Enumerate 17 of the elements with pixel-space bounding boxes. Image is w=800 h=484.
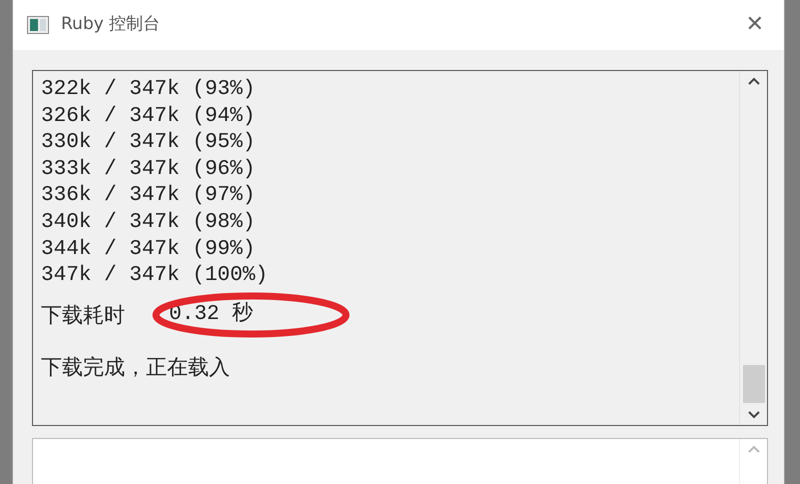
console-line: 333k / 347k (96%) [41, 156, 256, 183]
close-button[interactable]: ✕ [740, 14, 770, 36]
window-title: Ruby 控制台 [61, 13, 160, 36]
timing-label: 下载耗时 [41, 302, 125, 328]
console-line: 330k / 347k (95%) [41, 130, 256, 156]
console-line: 344k / 347k (99%) [41, 236, 256, 263]
status-message: 下载完成，正在载入 [41, 354, 230, 381]
console-app-icon [27, 16, 49, 34]
console-line: 322k / 347k (93%) [41, 77, 256, 103]
scroll-thumb[interactable] [742, 365, 764, 403]
console-line: 326k / 347k (94%) [41, 104, 256, 130]
console-line: 336k / 347k (97%) [41, 183, 256, 210]
console-line: 347k / 347k (100%) [41, 263, 268, 290]
scroll-down-icon[interactable] [748, 411, 760, 419]
scroll-up-icon[interactable] [748, 77, 760, 85]
console-line: 340k / 347k (98%) [41, 210, 256, 236]
scrollbar[interactable] [739, 71, 767, 425]
